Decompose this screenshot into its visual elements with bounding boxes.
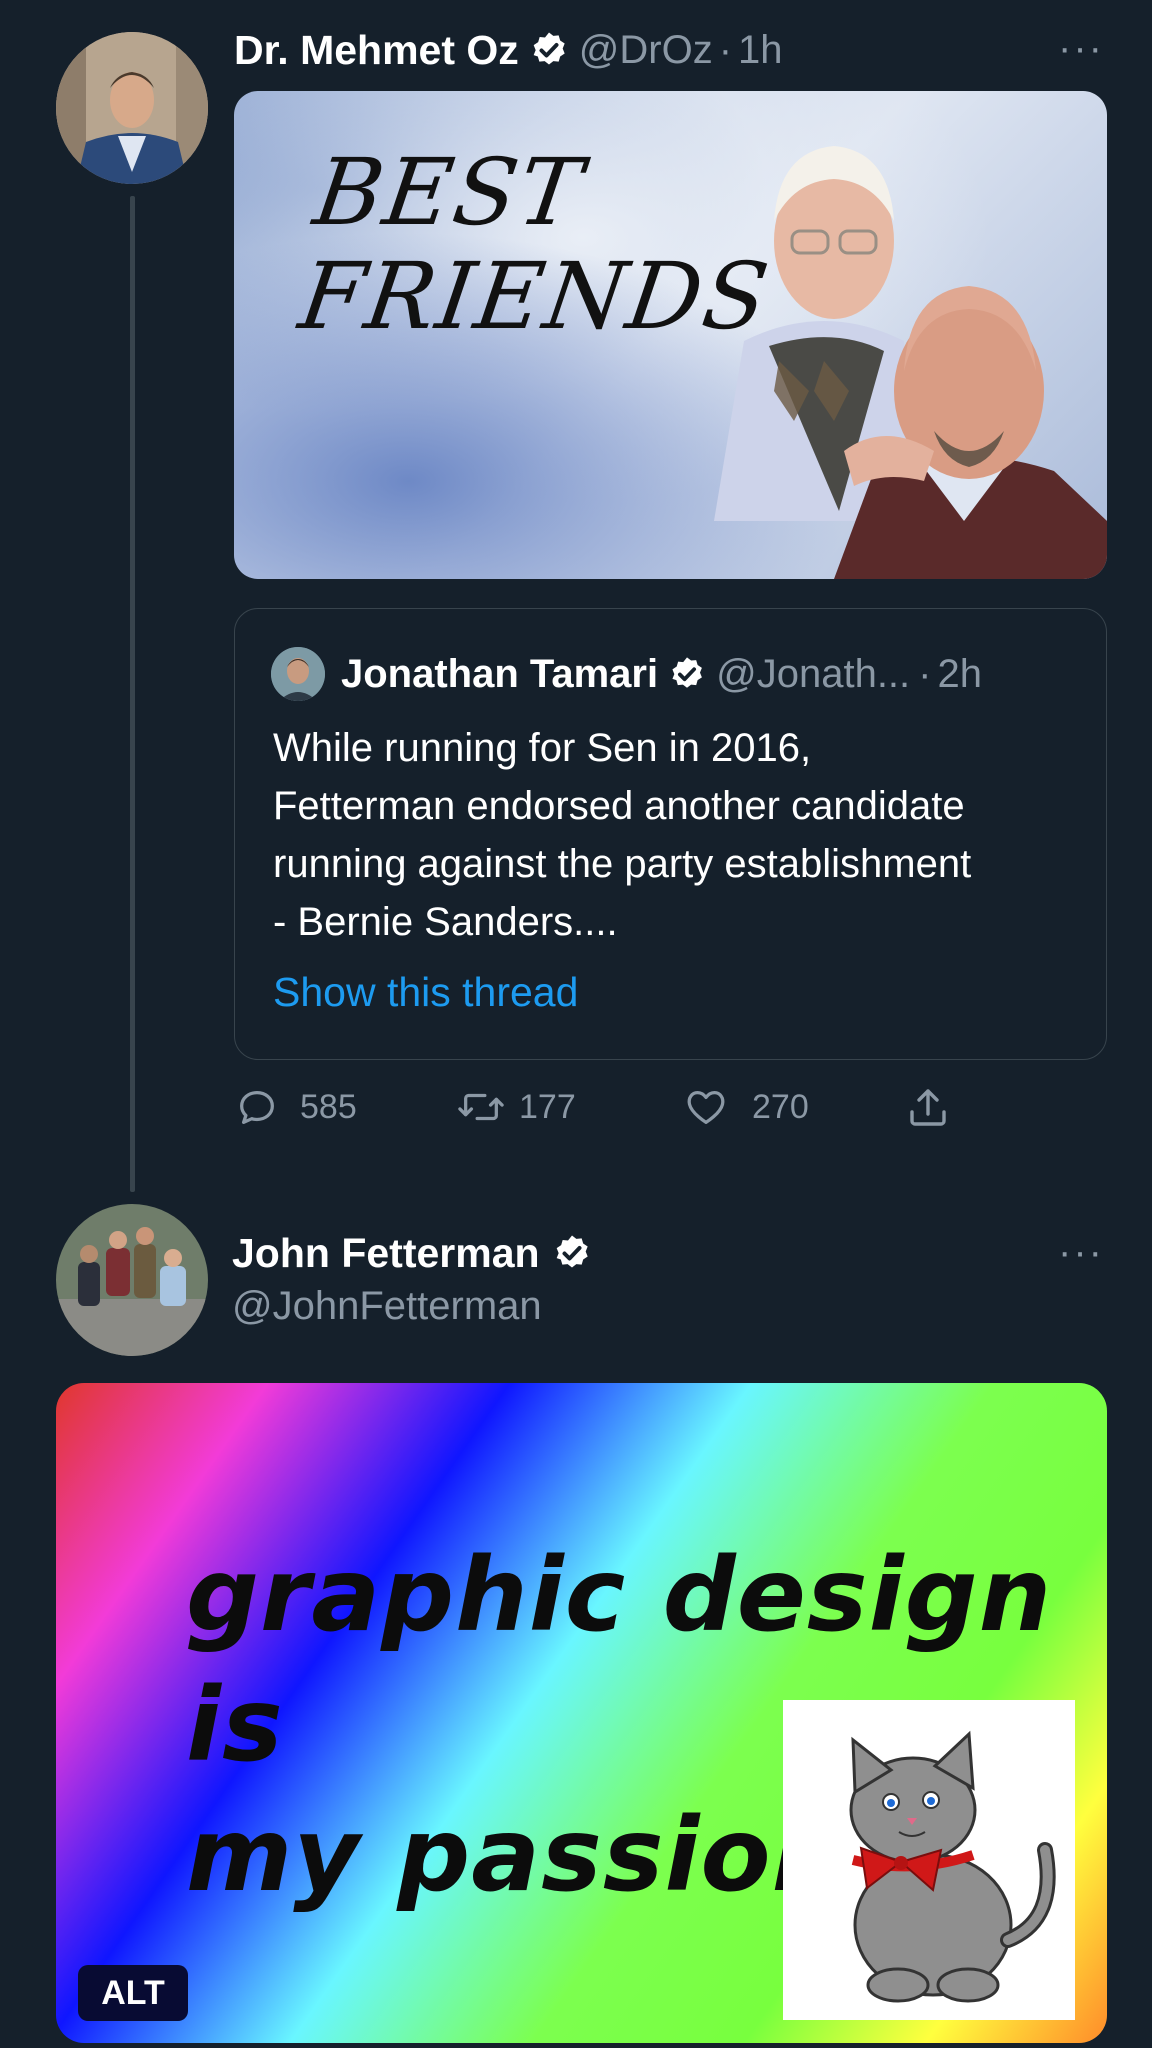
alt-text-badge[interactable]: ALT: [78, 1965, 188, 2021]
avatar-oz[interactable]: [56, 32, 208, 184]
more-icon[interactable]: ···: [1058, 1230, 1104, 1275]
quoted-timestamp[interactable]: 2h: [937, 652, 982, 697]
tweet-image-best-friends[interactable]: BEST FRIENDS: [234, 91, 1107, 579]
retweet-action[interactable]: 177: [455, 1084, 576, 1130]
retweet-icon: [458, 1093, 504, 1121]
avatar-oz-illustration: [56, 32, 208, 184]
avatar-tamari[interactable]: [271, 647, 325, 701]
quoted-meta-separator: ·: [918, 651, 932, 696]
verified-badge-icon: [556, 1235, 588, 1268]
reply-icon: [240, 1090, 274, 1124]
share-action[interactable]: [904, 1084, 952, 1137]
like-icon: [687, 1090, 725, 1124]
quoted-text-line: running against the party establishment: [273, 842, 972, 886]
like-action[interactable]: 270: [682, 1084, 809, 1130]
quoted-text-line: Fetterman endorsed another candidate: [273, 784, 965, 828]
reply-action[interactable]: 585: [234, 1084, 357, 1130]
tweet-image-graphic-design[interactable]: graphic design is my passion. ALT: [56, 1383, 1107, 2043]
share-icon: [910, 1089, 946, 1126]
quoted-display-name[interactable]: Jonathan Tamari: [341, 652, 658, 697]
display-name[interactable]: Dr. Mehmet Oz: [234, 27, 519, 74]
avatar-fetterman-illustration: [56, 1204, 208, 1356]
handle[interactable]: @JohnFetterman: [232, 1284, 542, 1329]
verified-badge-icon: [672, 657, 702, 688]
more-icon[interactable]: ···: [1058, 26, 1104, 71]
quoted-tweet-text: While running for Sen in 2016, Fetterman…: [273, 719, 1083, 951]
like-count: 270: [752, 1087, 809, 1126]
avatar-fetterman[interactable]: [56, 1204, 208, 1356]
display-name[interactable]: John Fetterman: [232, 1230, 540, 1277]
show-thread-link[interactable]: Show this thread: [273, 969, 578, 1016]
quoted-handle[interactable]: @Jonath...: [716, 652, 910, 697]
timestamp[interactable]: 1h: [738, 28, 783, 73]
quoted-tweet[interactable]: Jonathan Tamari @Jonath... · 2h While ru…: [234, 608, 1107, 1060]
quoted-text-line: - Bernie Sanders....: [273, 900, 618, 944]
avatar-tamari-illustration: [271, 647, 325, 701]
meta-separator: ·: [718, 27, 733, 72]
reply-count: 585: [300, 1087, 357, 1126]
image-figures-illustration: [714, 146, 1107, 579]
handle[interactable]: @DrOz: [579, 28, 713, 73]
retweet-count: 177: [519, 1087, 576, 1126]
thread-connector-line: [130, 196, 135, 1192]
quoted-text-line: While running for Sen in 2016,: [273, 726, 812, 770]
cat-illustration-box: [783, 1700, 1075, 2020]
verified-badge-icon: [533, 32, 565, 65]
cat-icon: [849, 1730, 1056, 2003]
